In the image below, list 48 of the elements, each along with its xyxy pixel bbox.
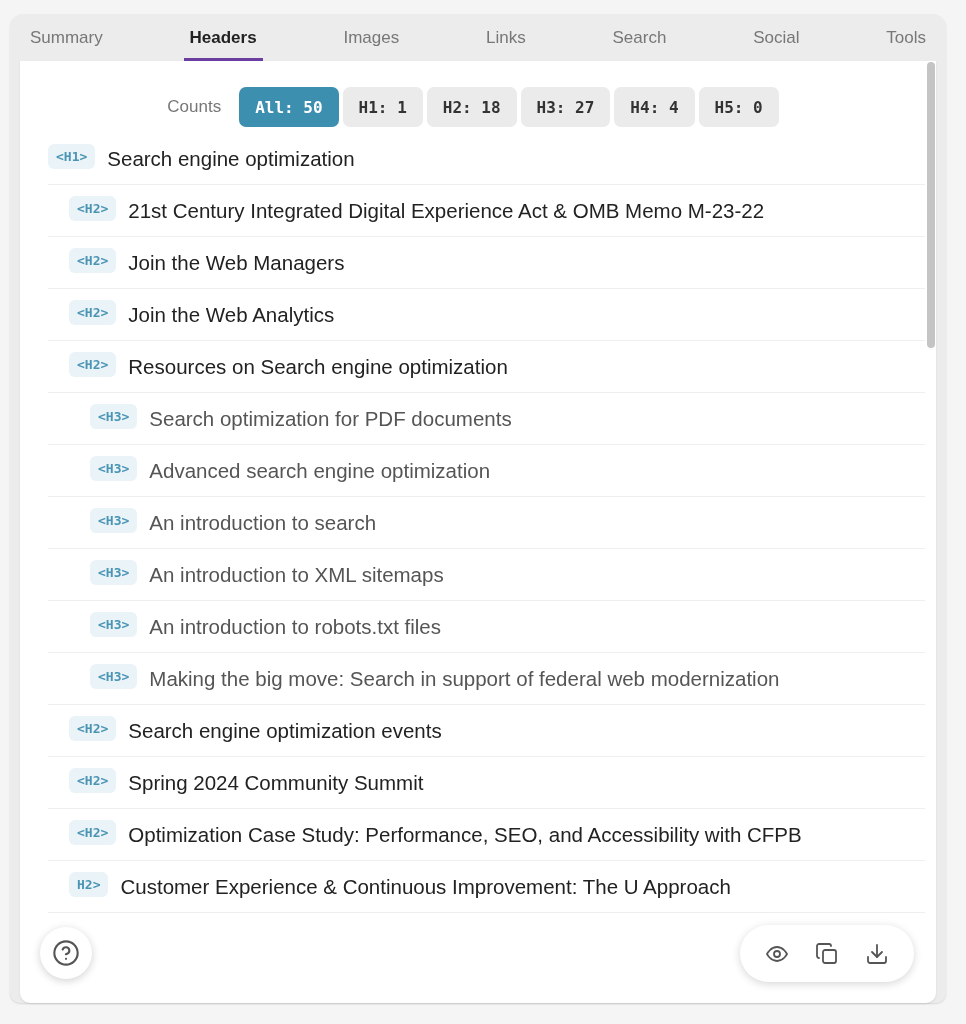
- heading-tag: <H2>: [69, 248, 117, 273]
- heading-text: Search optimization for PDF documents: [149, 406, 512, 432]
- heading-tag: <H2>: [69, 820, 117, 845]
- heading-tag: <H2>: [69, 768, 117, 793]
- heading-text: Optimization Case Study: Performance, SEO, and Accessibility with CFPB: [128, 822, 802, 848]
- tab[interactable]: Images: [337, 14, 406, 61]
- heading-text: An introduction to robots.txt files: [149, 614, 442, 640]
- heading-tag: <H3>: [90, 508, 138, 533]
- heading-text: Search engine optimization events: [128, 718, 442, 744]
- copy-icon: [815, 941, 839, 966]
- help-icon: [52, 939, 80, 967]
- tab[interactable]: Links: [480, 14, 532, 61]
- heading-tag: <H3>: [90, 456, 138, 481]
- heading-text: Join the Web Analytics: [128, 302, 335, 328]
- scrollbar-thumb[interactable]: [927, 62, 935, 348]
- heading-text: Customer Experience & Continuous Improvement: The U Approach: [120, 874, 731, 900]
- tab[interactable]: Tools: [880, 14, 932, 61]
- count-filter-button[interactable]: H5: 0: [698, 87, 779, 127]
- heading-text: Spring 2024 Community Summit: [128, 770, 424, 796]
- heading-text: Search engine optimization: [107, 146, 355, 172]
- heading-tag: H2>: [69, 872, 109, 897]
- count-filter-button[interactable]: All: 50: [239, 87, 339, 127]
- heading-tag: <H2>: [69, 300, 117, 325]
- heading-text: Join the Web Managers: [128, 250, 345, 276]
- heading-tag: <H3>: [90, 612, 138, 637]
- tab[interactable]: Search: [606, 14, 673, 61]
- heading-tag: <H3>: [90, 404, 138, 429]
- heading-tag: <H3>: [90, 560, 138, 585]
- heading-tag: <H1>: [48, 144, 96, 169]
- heading-tag: <H2>: [69, 196, 117, 221]
- heading-text: An introduction to XML sitemaps: [149, 562, 444, 588]
- count-filter-button[interactable]: H3: 27: [520, 87, 611, 127]
- count-filter-button[interactable]: H4: 4: [614, 87, 695, 127]
- download-icon: [865, 941, 889, 966]
- heading-tag: <H3>: [90, 664, 138, 689]
- heading-text: Making the big move: Search in support of federal web modernization: [149, 666, 780, 692]
- heading-text: Resources on Search engine optimization: [128, 354, 508, 380]
- heading-tag: <H2>: [69, 352, 117, 377]
- heading-text: 21st Century Integrated Digital Experience Act & OMB Memo M-23-22: [128, 198, 765, 224]
- counts-label: Counts: [167, 97, 222, 117]
- heading-tag: <H2>: [69, 716, 117, 741]
- heading-text: Advanced search engine optimization: [149, 458, 491, 484]
- count-filter-button[interactable]: H2: 18: [426, 87, 517, 127]
- tab[interactable]: Summary: [24, 14, 109, 61]
- count-filter-button[interactable]: H1: 1: [342, 87, 423, 127]
- tab[interactable]: Social: [747, 14, 806, 61]
- heading-text: An introduction to search: [149, 510, 377, 536]
- help-button[interactable]: [40, 927, 92, 979]
